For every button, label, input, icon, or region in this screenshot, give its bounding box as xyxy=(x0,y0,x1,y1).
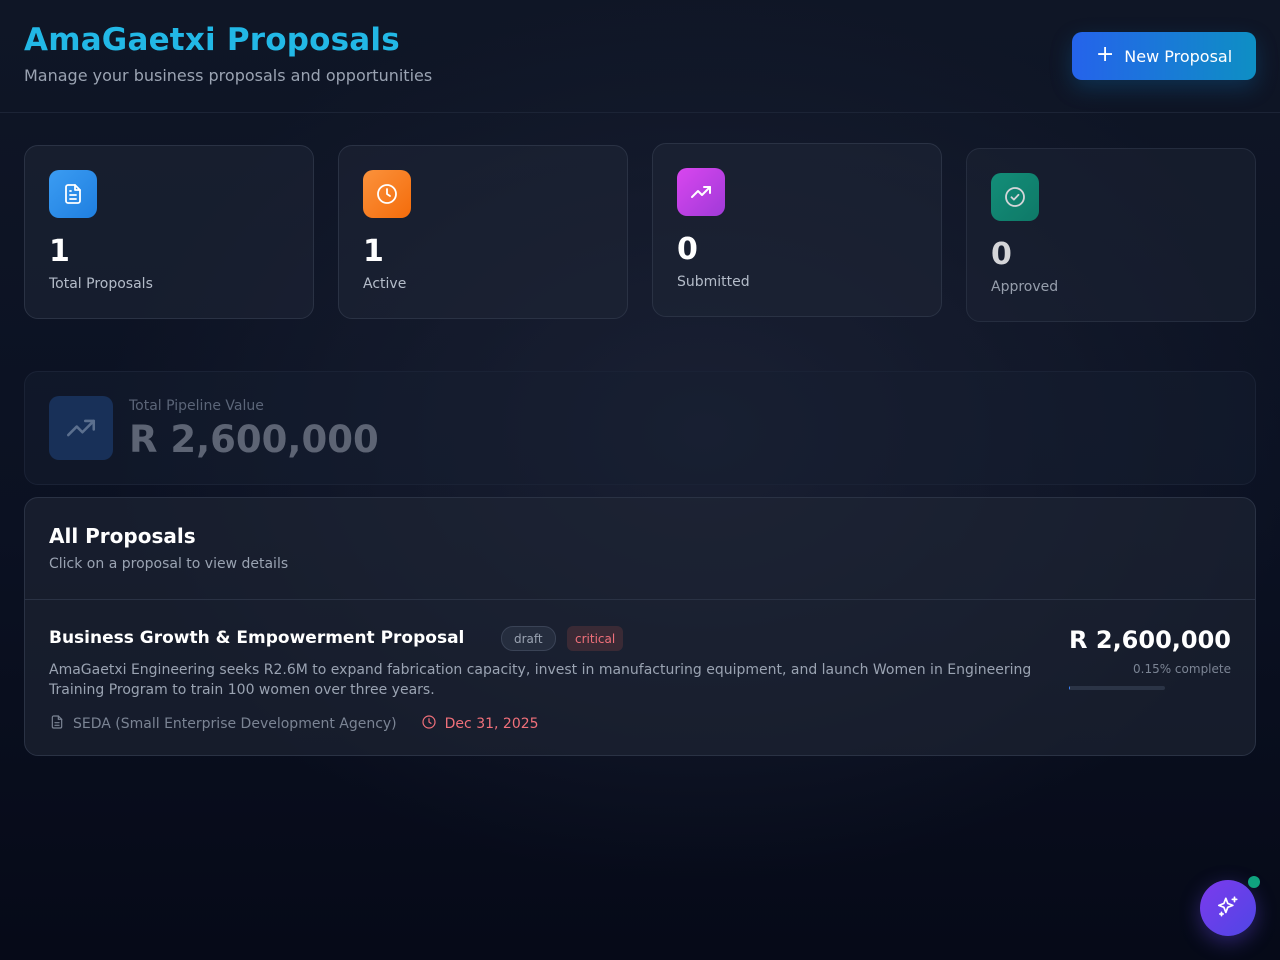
priority-badge: critical xyxy=(567,626,624,651)
stat-label: Total Proposals xyxy=(49,276,153,292)
proposal-organization: SEDA (Small Enterprise Development Agenc… xyxy=(49,714,397,734)
proposal-row[interactable]: Business Growth & Empowerment Proposal d… xyxy=(25,600,1255,757)
clock-icon xyxy=(363,170,411,218)
proposals-title: All Proposals xyxy=(49,524,196,548)
stat-value: 0 xyxy=(991,237,1012,272)
new-proposal-button[interactable]: + New Proposal xyxy=(1072,32,1256,80)
stat-value: 1 xyxy=(49,234,70,269)
proposals-subtitle: Click on a proposal to view details xyxy=(49,556,289,572)
trending-up-icon xyxy=(677,168,725,216)
clock-icon xyxy=(421,714,437,734)
stat-label: Active xyxy=(363,276,407,292)
stat-card-total: 1 Total Proposals xyxy=(24,145,314,319)
pipeline-value-card: Total Pipeline Value R 2,600,000 xyxy=(24,371,1256,485)
ai-assistant-button[interactable] xyxy=(1200,880,1256,936)
stat-value: 1 xyxy=(363,234,384,269)
sparkles-icon xyxy=(1215,894,1241,923)
pipeline-value: R 2,600,000 xyxy=(129,418,379,461)
trending-up-icon xyxy=(49,396,113,460)
stat-label: Submitted xyxy=(677,274,750,290)
pipeline-label: Total Pipeline Value xyxy=(129,398,264,414)
stat-label: Approved xyxy=(991,279,1059,295)
status-badge: draft xyxy=(501,626,556,651)
page-subtitle: Manage your business proposals and oppor… xyxy=(24,66,433,85)
proposals-panel: All Proposals Click on a proposal to vie… xyxy=(24,497,1256,756)
online-indicator xyxy=(1248,876,1260,888)
stat-card-active: 1 Active xyxy=(338,145,628,319)
stat-value: 0 xyxy=(677,232,698,267)
proposal-title: Business Growth & Empowerment Proposal xyxy=(49,628,465,648)
proposal-amount: R 2,600,000 xyxy=(1069,626,1231,654)
progress-text: 0.15% complete xyxy=(1133,662,1231,676)
page-header: AmaGaetxi Proposals Manage your business… xyxy=(0,0,1280,113)
progress-bar xyxy=(1069,686,1165,690)
due-date-text: Dec 31, 2025 xyxy=(444,716,539,732)
new-proposal-label: New Proposal xyxy=(1124,46,1233,66)
stat-card-submitted: 0 Submitted xyxy=(652,143,942,317)
proposal-description: AmaGaetxi Engineering seeks R2.6M to exp… xyxy=(49,662,1032,698)
proposals-header: All Proposals Click on a proposal to vie… xyxy=(25,498,1255,600)
page-title: AmaGaetxi Proposals xyxy=(24,22,400,58)
check-circle-icon xyxy=(991,173,1039,221)
proposal-meta: SEDA (Small Enterprise Development Agenc… xyxy=(49,714,539,734)
proposal-due-date: Dec 31, 2025 xyxy=(421,714,539,734)
document-icon xyxy=(49,714,65,734)
document-icon xyxy=(49,170,97,218)
stat-card-approved: 0 Approved xyxy=(966,148,1256,322)
organization-text: SEDA (Small Enterprise Development Agenc… xyxy=(73,716,397,732)
plus-icon: + xyxy=(1095,42,1115,67)
